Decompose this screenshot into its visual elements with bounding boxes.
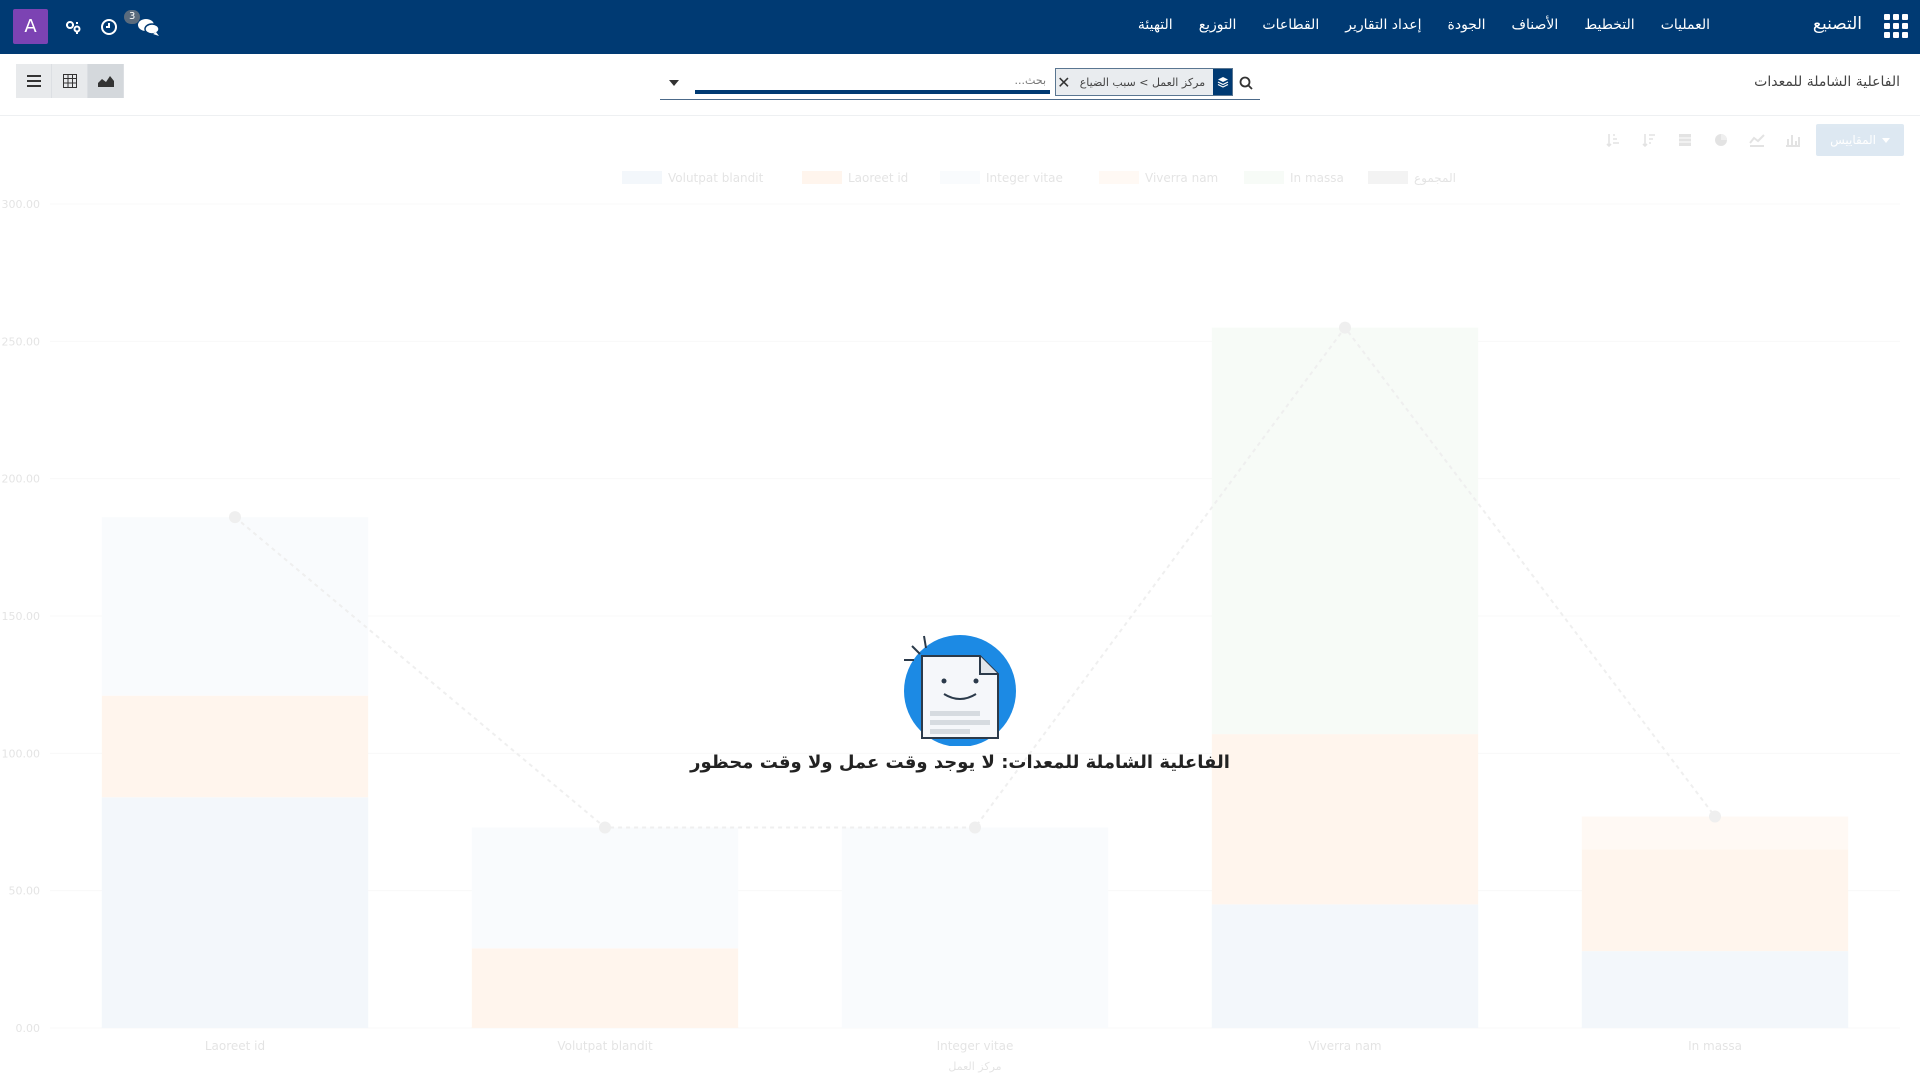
search-input[interactable] [695,70,1050,94]
x-tick-label: Laoreet id [205,1039,265,1053]
debug-settings-icon[interactable] [62,16,84,38]
menu-item-reporting[interactable]: إعداد التقارير [1345,17,1421,33]
sum-series-point [969,821,981,834]
app-brand[interactable]: التصنيع [1813,14,1862,34]
bar-segment [1211,904,1479,1028]
menu-item-operations[interactable]: العمليات [1661,17,1710,33]
legend-label: Laoreet id [848,171,908,185]
y-tick-label: 250.00 [2,335,41,348]
menu-item-products[interactable]: الأصناف [1512,17,1559,33]
search-facet: مركز العمل > سبب الضياع ✕ [1055,68,1233,96]
y-tick-label: 0.00 [16,1022,41,1035]
navbar-systray: A 3 [13,9,164,44]
legend-label: Integer vitae [986,171,1063,185]
legend-label: Viverra nam [1145,171,1218,185]
bar-segment [471,827,739,949]
y-tick-label: 50.00 [9,885,41,898]
search-bar: مركز العمل > سبب الضياع ✕ [660,66,1260,100]
menu-item-quality[interactable]: الجودة [1448,17,1486,33]
menu-item-configuration[interactable]: التهيئة [1138,17,1173,33]
page-title: الفاعلية الشاملة للمعدات [1754,74,1900,90]
x-tick-label: In massa [1688,1039,1742,1053]
bar-segment [1581,951,1849,1028]
search-options-toggle-icon[interactable] [660,72,688,94]
graph-view-icon[interactable] [88,64,124,98]
bar-segment [841,827,1109,1028]
legend-swatch [1099,171,1139,184]
bar-segment [1581,849,1849,952]
messages-chat-icon[interactable]: 3 [124,9,164,38]
control-panel: الفاعلية الشاملة للمعدات مركز العمل > سب… [0,54,1920,116]
pivot-view-icon[interactable] [52,64,88,98]
search-icon[interactable] [1235,72,1257,94]
sum-series-point [229,511,241,524]
legend-label: Volutpat blandit [668,171,764,185]
legend-swatch [802,171,842,184]
legend-swatch [940,171,980,184]
bar-segment [101,797,369,1028]
legend-label: المجموع [1414,171,1456,186]
sum-series-point [1709,810,1721,823]
user-avatar[interactable]: A [13,9,48,44]
x-tick-label: Viverra nam [1308,1039,1381,1053]
groupby-layers-icon [1213,69,1232,95]
graph-chart: 0.0050.00100.00150.00200.00250.00300.00L… [2,171,1900,1073]
legend-swatch [622,171,662,184]
no-content-title: الفاعلية الشاملة للمعدات: لا يوجد وقت عم… [690,752,1230,773]
x-tick-label: Integer vitae [937,1039,1014,1053]
x-tick-label: Volutpat blandit [557,1039,653,1053]
no-content-helper: الفاعلية الشاملة للمعدات: لا يوجد وقت عم… [0,616,1920,773]
facet-remove-icon[interactable]: ✕ [1056,69,1072,95]
bar-segment [471,948,739,1028]
view-switcher [16,64,124,98]
apps-menu-icon[interactable] [1884,14,1908,38]
messages-count-badge: 3 [124,9,141,24]
list-view-icon[interactable] [16,64,52,98]
empty-document-illustration-icon [904,635,1016,746]
x-axis-label: مركز العمل [948,1060,1001,1073]
sum-series-point [599,821,611,834]
y-tick-label: 300.00 [2,198,41,211]
sum-series-point [1339,321,1351,334]
menu-item-distribution[interactable]: التوزيع [1199,17,1237,33]
top-navbar: التصنيع العمليات التخطيط الأصناف الجودة … [0,0,1920,54]
y-tick-label: 200.00 [2,473,41,486]
main-menu: العمليات التخطيط الأصناف الجودة إعداد ال… [1138,17,1710,33]
legend-swatch [1244,171,1284,184]
search-facet-label: مركز العمل > سبب الضياع [1079,75,1206,89]
graph-panel: المقاييس 0.00 50.00 100.00 150.00 200.00 250.… [0,116,1920,1080]
legend-label: In massa [1290,171,1344,185]
menu-item-sectors[interactable]: القطاعات [1262,17,1319,33]
activity-clock-icon[interactable] [98,16,120,38]
menu-item-planning[interactable]: التخطيط [1584,17,1634,33]
legend-swatch [1368,171,1408,184]
